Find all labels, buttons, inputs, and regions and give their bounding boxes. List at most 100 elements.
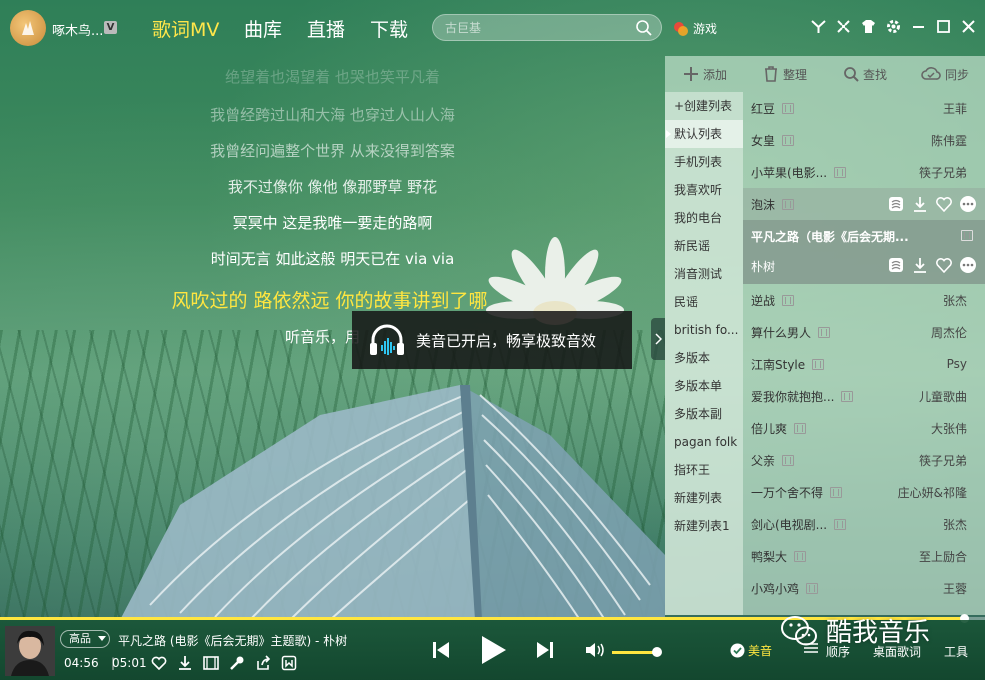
mv-icon[interactable]	[782, 102, 795, 114]
mini-mode-icon[interactable]	[835, 18, 852, 35]
more-icon[interactable]	[959, 195, 977, 213]
search-input[interactable]	[445, 19, 630, 37]
playlist-item[interactable]: 多版本单	[665, 372, 743, 400]
song-artist[interactable]: 王菲	[943, 100, 967, 117]
mv-icon[interactable]	[834, 518, 847, 530]
mv-icon[interactable]	[961, 230, 973, 241]
song-row[interactable]: 爱我你就抱抱... 儿童歌曲	[743, 380, 985, 412]
mv-icon[interactable]	[834, 166, 847, 178]
collapse-panel-button[interactable]	[651, 318, 665, 360]
search-icon[interactable]	[635, 19, 653, 37]
karaoke-mic-icon[interactable]	[228, 654, 246, 672]
mv-icon[interactable]	[812, 358, 825, 370]
song-artist[interactable]: 至上励合	[919, 548, 967, 565]
song-row[interactable]: 一万个舍不得 庄心妍&祁隆	[743, 476, 985, 508]
vip-badge[interactable]: V	[104, 21, 117, 34]
playlist-item[interactable]: 民谣	[665, 288, 743, 316]
heart-icon[interactable]	[150, 654, 168, 672]
nav-download[interactable]: 下载	[370, 15, 408, 42]
maximize-icon[interactable]	[935, 18, 952, 35]
song-artist[interactable]: 筷子兄弟	[919, 164, 967, 181]
download-icon[interactable]	[911, 256, 929, 274]
song-row[interactable]: 鸭梨大 至上励合	[743, 540, 985, 572]
mv-icon[interactable]	[782, 454, 795, 466]
heart-icon[interactable]	[935, 256, 953, 274]
playlist-item[interactable]: 我的电台	[665, 204, 743, 232]
heart-icon[interactable]	[935, 195, 953, 213]
playlist-item[interactable]: british fo...	[665, 316, 743, 344]
song-row[interactable]: 江南Style Psy	[743, 348, 985, 380]
radar-icon[interactable]	[810, 18, 827, 35]
song-row[interactable]: 父亲 筷子兄弟	[743, 444, 985, 476]
nav-live[interactable]: 直播	[307, 15, 345, 42]
volume-button[interactable]	[583, 620, 607, 680]
now-playing-title[interactable]: 平凡之路 (电影《后会无期》主题歌) - 朴树	[118, 632, 347, 649]
mv-icon[interactable]	[794, 422, 807, 434]
song-artist[interactable]: 庄心妍&祁隆	[898, 484, 967, 501]
download-icon[interactable]	[176, 654, 194, 672]
close-icon[interactable]	[960, 18, 977, 35]
album-cover[interactable]	[5, 626, 55, 676]
playlist-item[interactable]: 新建列表1	[665, 512, 743, 540]
username[interactable]: 啄木鸟...	[52, 20, 103, 39]
gear-icon[interactable]	[885, 18, 902, 35]
mv-icon[interactable]	[782, 198, 795, 210]
song-artist[interactable]: 张杰	[943, 292, 967, 309]
playlist-item[interactable]: 指环王	[665, 456, 743, 484]
song-row[interactable]: 算什么男人 周杰伦	[743, 316, 985, 348]
song-artist[interactable]: 朴树	[751, 258, 775, 275]
play-button[interactable]	[476, 620, 510, 680]
song-row-playing[interactable]: 平凡之路（电影《后会无期... 朴树	[743, 220, 985, 284]
playlist-item[interactable]: 新建列表	[665, 484, 743, 512]
skin-icon[interactable]	[860, 18, 877, 35]
mv-icon[interactable]	[782, 294, 795, 306]
download-icon[interactable]	[911, 195, 929, 213]
lossless-icon[interactable]	[887, 195, 905, 213]
playlist-item[interactable]: 手机列表	[665, 148, 743, 176]
song-artist[interactable]: 张杰	[943, 516, 967, 533]
playlist-item[interactable]: +创建列表	[665, 92, 743, 120]
playlist-item[interactable]: 我喜欢听	[665, 176, 743, 204]
mv-icon[interactable]	[830, 486, 843, 498]
song-row[interactable]: 红豆 王菲	[743, 92, 985, 124]
playlist-item[interactable]: 多版本副	[665, 400, 743, 428]
audio-effect-toggle[interactable]: 美音	[730, 642, 772, 659]
song-row[interactable]: 女皇 陈伟霆	[743, 124, 985, 156]
add-button[interactable]: 添加	[665, 56, 745, 92]
song-artist[interactable]: 大张伟	[931, 420, 967, 437]
share-icon[interactable]	[254, 654, 272, 672]
volume-handle[interactable]	[652, 647, 662, 657]
organize-button[interactable]: 整理	[745, 56, 825, 92]
sync-button[interactable]: 同步	[905, 56, 985, 92]
previous-button[interactable]	[428, 620, 454, 680]
user-avatar[interactable]	[10, 10, 46, 46]
song-row[interactable]: 小苹果(电影... 筷子兄弟	[743, 156, 985, 188]
next-button[interactable]	[532, 620, 558, 680]
song-row[interactable]: 泡沫	[743, 188, 985, 220]
mv-icon[interactable]	[782, 134, 795, 146]
mv-icon[interactable]	[841, 390, 854, 402]
song-row[interactable]: 剑心(电视剧... 张杰	[743, 508, 985, 540]
lossless-icon[interactable]	[887, 256, 905, 274]
playlist-item[interactable]: 消音测试	[665, 260, 743, 288]
more-icon[interactable]	[959, 256, 977, 274]
playlist-item[interactable]: 新民谣	[665, 232, 743, 260]
mv-icon[interactable]	[794, 550, 807, 562]
song-artist[interactable]: 儿童歌曲	[919, 388, 967, 405]
volume-slider[interactable]	[612, 651, 657, 654]
lossless-icon[interactable]	[280, 654, 298, 672]
song-row[interactable]: 逆战 张杰	[743, 284, 985, 316]
games-link[interactable]: 游戏	[673, 20, 717, 37]
song-artist[interactable]: 筷子兄弟	[919, 452, 967, 469]
song-artist[interactable]: Psy	[947, 357, 967, 371]
playlist-item[interactable]: pagan folk	[665, 428, 743, 456]
tools-button[interactable]: 工具	[944, 643, 968, 660]
nav-lyrics-mv[interactable]: 歌词MV	[152, 15, 219, 42]
find-button[interactable]: 查找	[825, 56, 905, 92]
song-row[interactable]: 小鸡小鸡 王蓉	[743, 572, 985, 604]
playlist-item[interactable]: 多版本	[665, 344, 743, 372]
song-artist[interactable]: 周杰伦	[931, 324, 967, 341]
nav-library[interactable]: 曲库	[244, 15, 282, 42]
song-artist[interactable]: 陈伟霆	[931, 132, 967, 149]
playlist-item[interactable]: 默认列表	[665, 120, 743, 148]
